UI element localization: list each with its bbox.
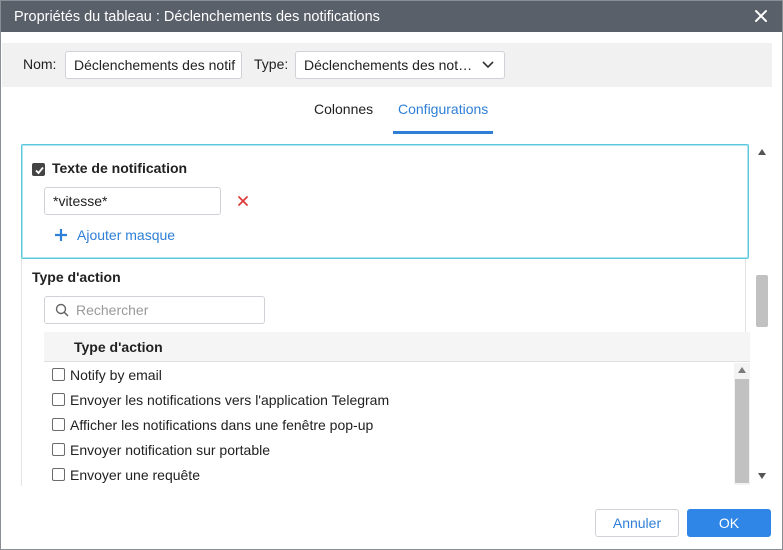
action-row-email[interactable]: Notify by email xyxy=(44,362,734,387)
action-checkbox-popup[interactable] xyxy=(52,418,65,431)
action-label-mobile: Envoyer notification sur portable xyxy=(70,441,270,458)
panel-left-border xyxy=(21,259,22,486)
close-icon[interactable] xyxy=(752,7,770,25)
settings-scroll-thumb[interactable] xyxy=(756,275,768,327)
action-label-popup: Afficher les notifications dans une fenê… xyxy=(70,416,374,433)
type-select[interactable]: Déclenchements des notifications xyxy=(295,51,505,79)
type-select-value: Déclenchements des notifications xyxy=(304,57,474,73)
settings-scrollbar[interactable] xyxy=(755,145,769,485)
action-type-title: Type d'action xyxy=(32,269,121,285)
action-label-request: Envoyer une requête xyxy=(70,466,200,483)
tab-columns[interactable]: Colonnes xyxy=(314,101,373,117)
action-column-header: Type d'action xyxy=(74,339,163,355)
action-checkbox-request[interactable] xyxy=(52,468,65,481)
name-label: Nom: xyxy=(23,56,57,72)
action-row-mobile[interactable]: Envoyer notification sur portable xyxy=(44,437,734,462)
action-list-scroll-thumb[interactable] xyxy=(735,379,749,483)
delete-mask-icon[interactable] xyxy=(237,195,249,207)
add-mask-label: Ajouter masque xyxy=(77,227,176,243)
mask-input[interactable]: *vitesse* xyxy=(44,187,221,215)
cancel-button[interactable]: Annuler xyxy=(595,509,679,537)
mask-input-value: *vitesse* xyxy=(53,193,108,209)
action-search-field[interactable] xyxy=(44,296,265,324)
tab-configurations[interactable]: Configurations xyxy=(398,101,488,117)
ok-button[interactable]: OK xyxy=(687,509,771,537)
chevron-down-icon xyxy=(482,61,494,69)
name-input-value: Déclenchements des notif xyxy=(74,57,236,73)
notification-text-checkbox[interactable] xyxy=(32,163,45,176)
action-checkbox-mobile[interactable] xyxy=(52,443,65,456)
active-tab-indicator xyxy=(393,131,493,134)
action-label-email: Notify by email xyxy=(70,366,162,383)
action-row-request[interactable]: Envoyer une requête xyxy=(44,462,734,487)
action-label-telegram: Envoyer les notifications vers l'applica… xyxy=(70,391,390,408)
action-list-scrollbar[interactable] xyxy=(734,363,750,485)
action-checkbox-telegram[interactable] xyxy=(52,393,65,406)
action-row-popup[interactable]: Afficher les notifications dans une fenê… xyxy=(44,412,734,437)
table-properties-dialog: Propriétés du tableau : Déclenchements d… xyxy=(0,0,783,550)
action-search-input[interactable] xyxy=(76,302,256,318)
action-checkbox-email[interactable] xyxy=(52,368,65,381)
scroll-up-icon[interactable] xyxy=(738,367,746,373)
action-row-telegram[interactable]: Envoyer les notifications vers l'applica… xyxy=(44,387,734,412)
name-input[interactable]: Déclenchements des notif xyxy=(65,51,242,79)
scroll-down-icon[interactable] xyxy=(758,473,766,479)
search-icon xyxy=(55,303,69,317)
type-label: Type: xyxy=(254,56,289,72)
notification-text-label: Texte de notification xyxy=(52,160,188,176)
check-icon xyxy=(35,166,44,175)
panel-right-border xyxy=(745,259,746,334)
scroll-up-icon[interactable] xyxy=(758,149,766,155)
plus-icon xyxy=(55,229,67,241)
action-table-header: Type d'action xyxy=(44,332,750,362)
add-mask-button[interactable]: Ajouter masque xyxy=(54,227,175,243)
dialog-title: Propriétés du tableau : Déclenchements d… xyxy=(14,8,380,25)
dialog-titlebar: Propriétés du tableau : Déclenchements d… xyxy=(1,1,782,32)
